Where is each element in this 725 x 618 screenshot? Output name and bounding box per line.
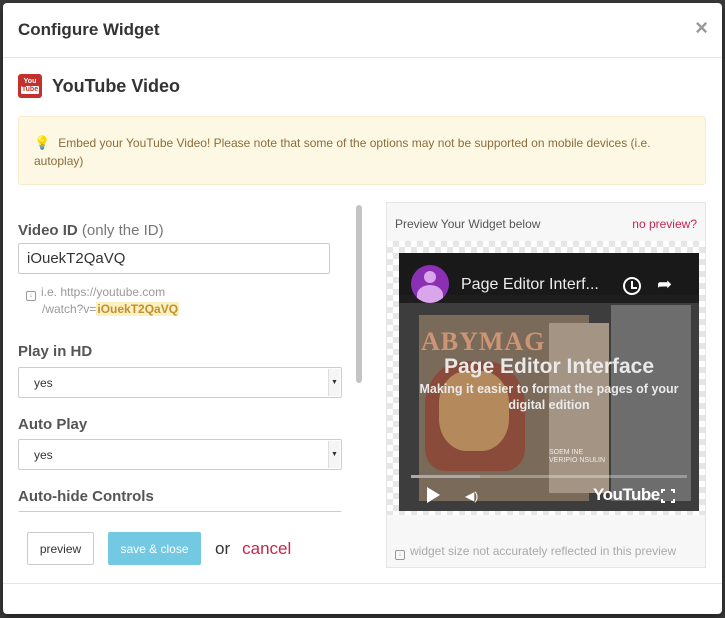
size-note: ↓ widget size not accurately reflected in… [395, 544, 676, 560]
watch-later-icon[interactable] [623, 277, 641, 295]
video-id-sublabel: (only the ID) [81, 222, 164, 239]
avatar-body [417, 285, 443, 303]
alert-text: Embed your YouTube Video! Please note th… [34, 136, 651, 168]
footer-divider [3, 583, 722, 584]
note-icon: ↓ [395, 550, 405, 560]
info-alert: 💡 Embed your YouTube Video! Please note t… [18, 116, 706, 185]
hint-icon: ↓ [26, 291, 36, 301]
save-close-button[interactable]: save & close [108, 532, 201, 565]
configure-widget-dialog: Configure Widget × You Tube YouTube Vide… [3, 3, 722, 614]
logo-tube-text: Tube [20, 86, 40, 94]
chevron-down-icon: ▼ [328, 369, 340, 396]
lightbulb-icon: 💡 [34, 135, 51, 150]
auto-play-label: Auto Play [18, 416, 88, 433]
video-progress-fill [411, 475, 480, 478]
dialog-title: Configure Widget [18, 20, 160, 39]
video-overlay-subtitle: Making it easier to format the pages of … [419, 382, 679, 412]
fullscreen-icon[interactable] [661, 489, 675, 503]
preview-button[interactable]: preview [27, 532, 94, 565]
dialog-header: Configure Widget × [3, 3, 722, 58]
youtube-brand[interactable]: YouTube [593, 485, 660, 505]
video-id-input[interactable] [18, 243, 330, 274]
channel-avatar[interactable] [411, 265, 449, 303]
video-id-hint: ↓ i.e. https://youtube.com /watch?v=iOuek… [26, 284, 180, 317]
video-title[interactable]: Page Editor Interf... [461, 276, 599, 294]
cancel-link[interactable]: cancel [242, 539, 291, 559]
volume-icon[interactable]: ◀) [465, 489, 478, 503]
form-scrollbar[interactable] [356, 205, 362, 383]
auto-hide-select[interactable] [18, 511, 342, 512]
play-hd-value: yes [34, 376, 53, 390]
auto-hide-label: Auto-hide Controls [18, 488, 154, 505]
youtube-logo-icon: You Tube [18, 74, 42, 98]
video-overlay-title: Page Editor Interface [443, 355, 655, 378]
avatar-head [424, 271, 436, 283]
share-icon[interactable]: ➦ [657, 274, 672, 295]
widget-heading: You Tube YouTube Video [18, 73, 180, 99]
preview-panel: Preview Your Widget below no preview? AB… [386, 202, 706, 568]
no-preview-link[interactable]: no preview? [632, 217, 697, 231]
video-progress-bar[interactable] [411, 475, 687, 478]
magazine-title: ABYMAG [421, 327, 546, 356]
or-text: or [215, 538, 231, 558]
auto-play-value: yes [34, 448, 53, 462]
chevron-down-icon: ▼ [328, 441, 340, 468]
close-button[interactable]: × [695, 17, 708, 39]
dialog-footer: preview save & close or cancel [27, 532, 291, 565]
magazine-small-text: SOEM INE VERIPIO NSULIN [549, 449, 606, 464]
logo-you-text: You [23, 78, 37, 85]
auto-play-select[interactable]: yes ▼ [18, 439, 342, 470]
play-hd-select[interactable]: yes ▼ [18, 367, 342, 398]
play-hd-label: Play in HD [18, 343, 93, 360]
play-icon[interactable] [427, 487, 440, 503]
youtube-video-player[interactable]: ABYMAG SOEM INE VERIPIO NSULIN Page Edit… [399, 253, 699, 511]
settings-form: Video ID (only the ID) ↓i.e. https://you… [18, 202, 369, 512]
hint-video-id-highlight: iOuekT2QaVQ [96, 302, 180, 316]
video-id-label: Video ID (only the ID) [18, 222, 164, 239]
widget-title: YouTube Video [52, 75, 181, 96]
preview-heading: Preview Your Widget below [395, 217, 541, 231]
